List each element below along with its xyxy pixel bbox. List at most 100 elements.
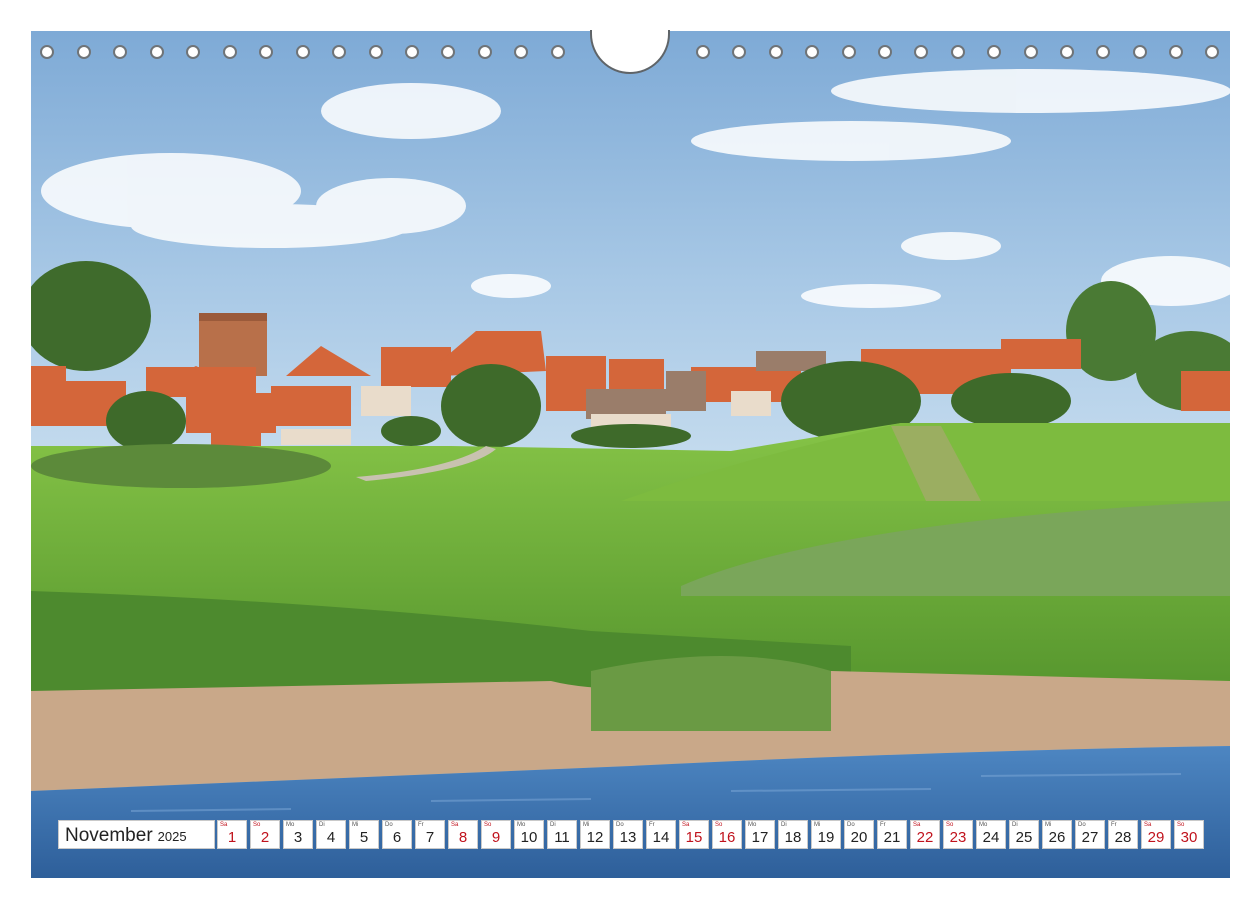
binding-hole xyxy=(842,45,856,59)
calendar-page: November 2025 Sa 1 So 2 Mo 3 Di 4 Mi 5 Do 6 Fr 7 Sa 8 So… xyxy=(0,0,1260,908)
month-label: November 2025 xyxy=(58,820,215,849)
day-number: 11 xyxy=(554,829,570,846)
day-cell: Mi 5 xyxy=(349,820,379,849)
day-cell: Fr 28 xyxy=(1108,820,1138,849)
day-of-week: Mi xyxy=(814,822,821,828)
day-number: 24 xyxy=(982,829,1000,846)
day-cell: Mo 24 xyxy=(976,820,1006,849)
landscape-photo xyxy=(31,31,1230,878)
day-of-week: Fr xyxy=(418,822,424,828)
binding-hole xyxy=(223,45,237,59)
day-number: 7 xyxy=(425,829,435,846)
day-of-week: Sa xyxy=(913,822,921,828)
day-cell: Do 6 xyxy=(382,820,412,849)
day-cell: Sa 1 xyxy=(217,820,247,849)
day-number: 18 xyxy=(784,829,802,846)
binding-hole xyxy=(769,45,783,59)
binding-hole xyxy=(40,45,54,59)
binding-hole xyxy=(332,45,346,59)
binding-hole xyxy=(1169,45,1183,59)
day-cell: Fr 21 xyxy=(877,820,907,849)
binding-hole xyxy=(186,45,200,59)
day-number: 16 xyxy=(718,829,736,846)
day-cell: So 30 xyxy=(1174,820,1204,849)
day-cell: Mo 3 xyxy=(283,820,313,849)
day-number: 23 xyxy=(949,829,967,846)
day-of-week: Mo xyxy=(286,822,295,828)
day-cell: So 2 xyxy=(250,820,280,849)
hanger-notch xyxy=(590,30,670,74)
day-number: 4 xyxy=(326,829,336,846)
binding-hole xyxy=(551,45,565,59)
day-cell: So 23 xyxy=(943,820,973,849)
day-cell: So 16 xyxy=(712,820,742,849)
binding-hole xyxy=(77,45,91,59)
day-number: 9 xyxy=(491,829,501,846)
binding-hole xyxy=(369,45,383,59)
day-number: 14 xyxy=(652,829,670,846)
day-of-week: So xyxy=(1177,822,1185,828)
day-cell: Mo 10 xyxy=(514,820,544,849)
binding-hole xyxy=(113,45,127,59)
day-number: 8 xyxy=(458,829,468,846)
binding-hole xyxy=(1205,45,1219,59)
day-of-week: Mi xyxy=(1045,822,1052,828)
day-cell: Do 13 xyxy=(613,820,643,849)
binding-hole xyxy=(1096,45,1110,59)
day-of-week: Do xyxy=(616,822,624,828)
day-of-week: Di xyxy=(550,822,556,828)
day-number: 3 xyxy=(293,829,303,846)
day-number: 15 xyxy=(685,829,703,846)
binding-hole xyxy=(514,45,528,59)
day-of-week: Do xyxy=(1078,822,1086,828)
day-cells: Sa 1 So 2 Mo 3 Di 4 Mi 5 Do 6 Fr 7 Sa 8 So 9 Mo 10 Di 11 Mi 12 D… xyxy=(217,820,1204,851)
day-of-week: Di xyxy=(1012,822,1018,828)
calendar-strip: November 2025 Sa 1 So 2 Mo 3 Di 4 Mi 5 Do 6 Fr 7 Sa 8 So… xyxy=(58,820,1204,851)
day-cell: So 9 xyxy=(481,820,511,849)
day-number: 5 xyxy=(359,829,369,846)
day-number: 20 xyxy=(850,829,868,846)
day-of-week: Fr xyxy=(880,822,886,828)
day-of-week: Fr xyxy=(649,822,655,828)
binding-hole xyxy=(478,45,492,59)
day-cell: Mo 17 xyxy=(745,820,775,849)
binding-hole xyxy=(259,45,273,59)
binding-hole xyxy=(296,45,310,59)
day-of-week: Mi xyxy=(583,822,590,828)
day-number: 13 xyxy=(619,829,637,846)
binding-hole xyxy=(805,45,819,59)
day-of-week: Sa xyxy=(451,822,459,828)
day-of-week: Do xyxy=(847,822,855,828)
binding-hole xyxy=(1060,45,1074,59)
binding-hole xyxy=(878,45,892,59)
binding-hole xyxy=(987,45,1001,59)
day-cell: Di 18 xyxy=(778,820,808,849)
month-name: November xyxy=(65,825,153,846)
spiral-binding xyxy=(0,0,1260,80)
day-number: 21 xyxy=(883,829,901,846)
day-of-week: Mo xyxy=(517,822,526,828)
day-of-week: Fr xyxy=(1111,822,1117,828)
day-cell: Sa 8 xyxy=(448,820,478,849)
binding-hole xyxy=(732,45,746,59)
day-cell: Di 4 xyxy=(316,820,346,849)
day-number: 2 xyxy=(260,829,270,846)
day-of-week: Sa xyxy=(682,822,690,828)
day-of-week: So xyxy=(715,822,723,828)
day-number: 29 xyxy=(1147,829,1165,846)
day-cell: Fr 14 xyxy=(646,820,676,849)
day-cell: Sa 29 xyxy=(1141,820,1171,849)
day-number: 10 xyxy=(520,829,538,846)
day-of-week: Di xyxy=(781,822,787,828)
binding-hole xyxy=(405,45,419,59)
day-number: 17 xyxy=(751,829,769,846)
day-cell: Sa 15 xyxy=(679,820,709,849)
day-of-week: Mo xyxy=(748,822,757,828)
day-of-week: Sa xyxy=(220,822,228,828)
day-cell: Mi 12 xyxy=(580,820,610,849)
day-number: 28 xyxy=(1114,829,1132,846)
day-number: 22 xyxy=(916,829,934,846)
day-number: 27 xyxy=(1081,829,1099,846)
day-number: 25 xyxy=(1015,829,1033,846)
day-of-week: So xyxy=(253,822,261,828)
